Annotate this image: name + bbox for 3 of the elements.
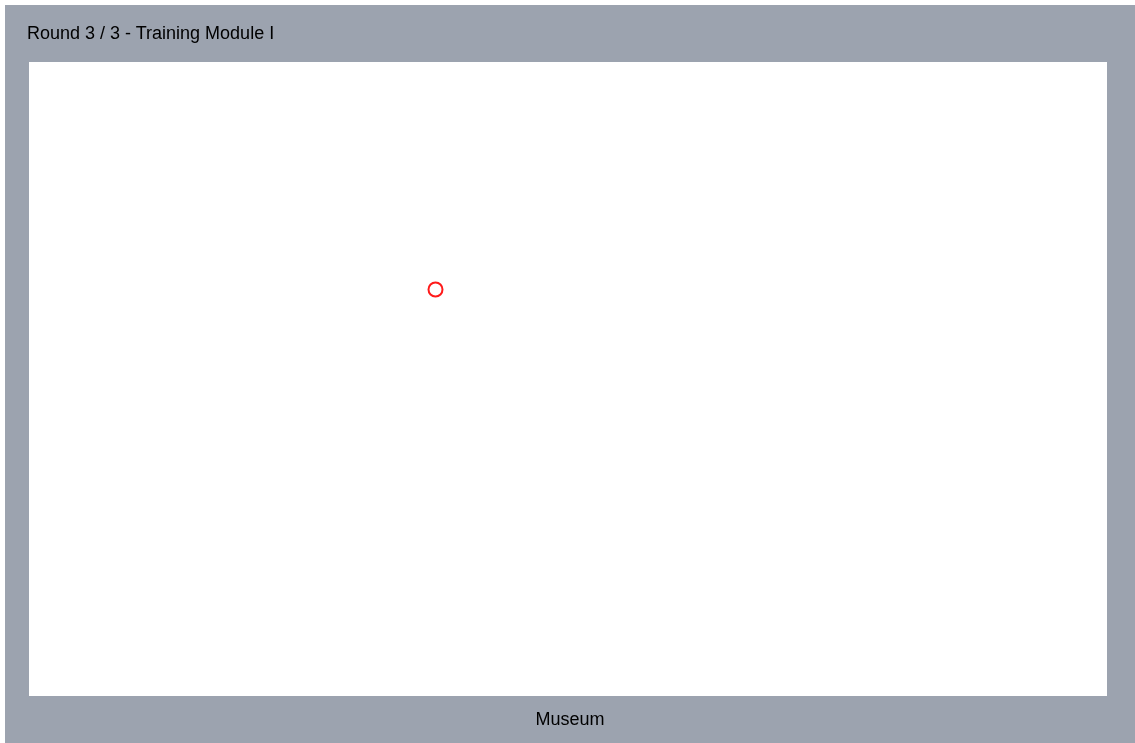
- target-circle-icon[interactable]: [427, 281, 444, 298]
- round-title: Round 3 / 3 - Training Module I: [27, 22, 275, 45]
- location-label: Museum: [535, 708, 605, 731]
